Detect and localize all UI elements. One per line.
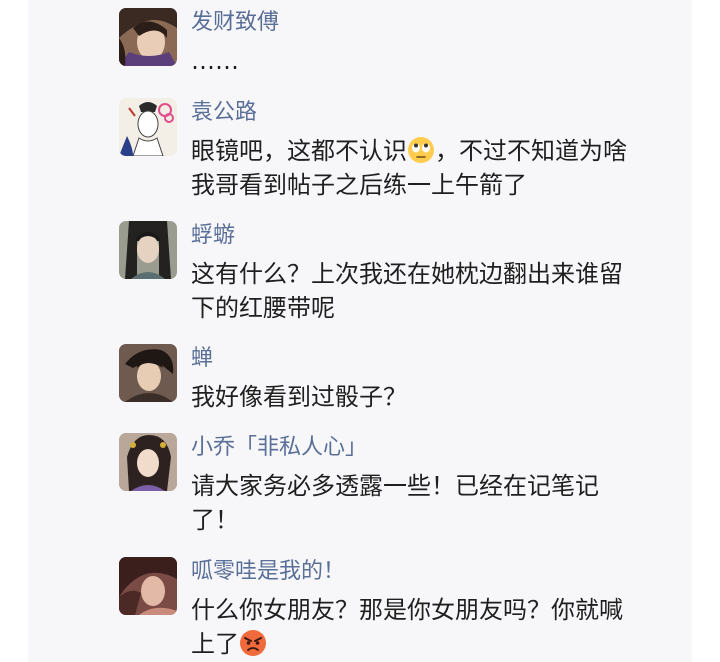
avatar-sketch-man-icon[interactable] — [119, 98, 177, 156]
sender-name[interactable]: 袁公路 — [191, 98, 257, 128]
avatar-man-red-tint-icon[interactable] — [119, 557, 177, 615]
angry-face-emoji-icon — [240, 630, 266, 656]
avatar-man-dark-hair-icon[interactable] — [119, 8, 177, 66]
avatar-man-short-hair-icon[interactable] — [119, 344, 177, 402]
sender-name[interactable]: 呱零哇是我的！ — [191, 557, 345, 587]
message-text: …… — [191, 47, 239, 75]
chat-panel: 发财致傅 …… 袁公路 眼镜吧，这都不认识 ，不过不知道为啥 我哥看到帖子之后练一… — [28, 0, 692, 662]
sender-name[interactable]: 蝉 — [191, 344, 213, 374]
message-text-part: 眼镜吧，这都不认识 — [191, 137, 407, 165]
sender-name[interactable]: 发财致傅 — [191, 8, 279, 38]
eye-roll-emoji-icon — [408, 137, 434, 163]
message-text: 什么你女朋友？那是你女朋友吗？你就喊 上了 — [191, 593, 669, 661]
message-text: 我好像看到过骰子？ — [191, 383, 407, 411]
avatar-woman-ornate-icon[interactable] — [119, 433, 177, 491]
sender-name[interactable]: 小乔「非私人心」 — [191, 433, 367, 463]
avatar-man-long-hair-icon[interactable] — [119, 221, 177, 279]
message-text: 请大家务必多透露一些！已经在记笔记 了！ — [191, 472, 599, 534]
message-text: 眼镜吧，这都不认识 ，不过不知道为啥 我哥看到帖子之后练一上午箭了 — [191, 134, 669, 202]
message-text: 这有什么？上次我还在她枕边翻出来谁留 下的红腰带呢 — [191, 260, 623, 322]
sender-name[interactable]: 蜉蝣 — [191, 221, 235, 251]
